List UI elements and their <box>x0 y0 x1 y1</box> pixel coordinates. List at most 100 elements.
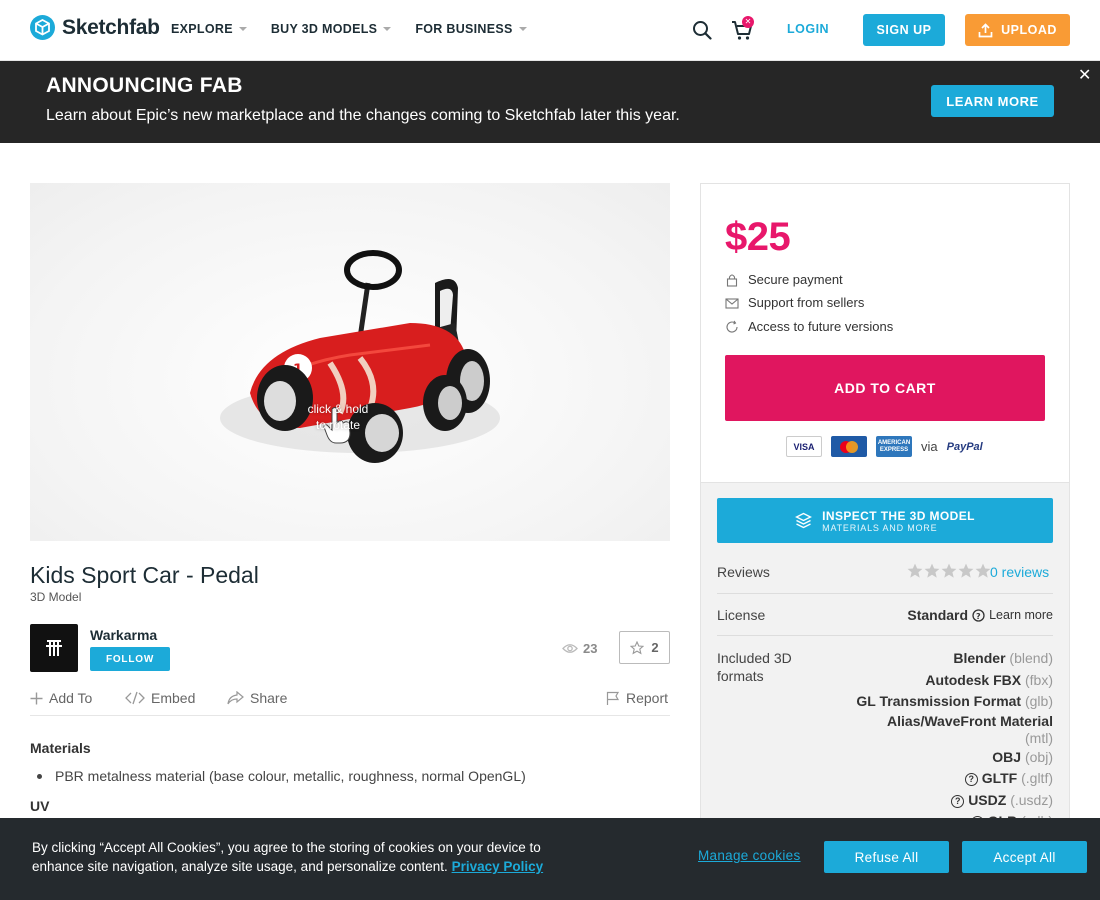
flag-icon <box>606 691 620 705</box>
model-actions-bar: Add To Embed Share Report <box>30 690 670 716</box>
view-count: 23 <box>562 641 597 656</box>
author-name[interactable]: Warkarma <box>90 627 157 643</box>
mastercard-icon <box>831 436 867 457</box>
learn-more-button[interactable]: LEARN MORE <box>931 85 1054 117</box>
uv-heading: UV <box>30 798 50 814</box>
payment-methods: VISA AMERICAN EXPRESS via PayPal <box>786 436 983 457</box>
top-header: Sketchfab EXPLORE BUY 3D MODELS FOR BUSI… <box>0 0 1100 61</box>
visa-card-icon: VISA <box>786 436 822 457</box>
report-button[interactable]: Report <box>606 690 668 706</box>
formats-list: Blender (blend) Autodesk FBX (fbx) GL Tr… <box>833 648 1053 833</box>
share-icon <box>227 691 244 705</box>
inspect-sub-label: MATERIALS AND MORE <box>822 522 938 533</box>
model-title: Kids Sport Car - Pedal <box>30 562 259 588</box>
report-label: Report <box>626 690 669 706</box>
price: $25 <box>725 215 791 259</box>
announcement-banner: ANNOUNCING FAB Learn about Epic’s new ma… <box>0 61 1100 143</box>
share-button[interactable]: Share <box>227 690 287 706</box>
upload-button[interactable]: UPLOAD <box>965 14 1070 46</box>
perk-support: Support from sellers <box>725 295 864 310</box>
paypal-logo: PayPal <box>946 440 983 453</box>
divider <box>717 635 1053 636</box>
license-learn-more-link[interactable]: Learn more <box>989 608 1053 622</box>
mail-icon <box>725 297 739 309</box>
search-icon[interactable] <box>692 20 712 40</box>
format-item: ? GLTF (.gltf) <box>833 768 1053 790</box>
logo-text: Sketchfab <box>62 15 160 39</box>
add-to-cart-button[interactable]: ADD TO CART <box>725 355 1045 421</box>
follow-button[interactable]: FOLLOW <box>90 647 170 671</box>
model-viewer[interactable]: 1 click & hold to rotate <box>30 183 670 541</box>
format-item: GL Transmission Format (glb) <box>856 693 1053 709</box>
cookie-banner: By clicking “Accept All Cookies”, you ag… <box>0 818 1100 900</box>
perk-label: Access to future versions <box>748 319 894 334</box>
share-label: Share <box>250 690 288 706</box>
manage-cookies-link[interactable]: Manage cookies <box>698 848 801 863</box>
eye-icon <box>562 644 578 653</box>
code-icon <box>125 691 145 705</box>
nav-business-label: FOR BUSINESS <box>415 22 513 36</box>
signup-button[interactable]: SIGN UP <box>863 14 945 46</box>
accept-all-button[interactable]: Accept All <box>962 841 1087 873</box>
list-bullet <box>37 774 42 779</box>
help-icon: ? <box>951 794 965 808</box>
author-avatar[interactable] <box>30 624 78 672</box>
nav-buy-label: BUY 3D MODELS <box>270 22 378 36</box>
materials-heading: Materials <box>30 740 91 756</box>
rating-stars <box>907 563 991 579</box>
format-item: Autodesk FBX (fbx) <box>925 671 1053 688</box>
like-button[interactable]: 2 <box>619 631 670 664</box>
login-button[interactable]: LOGIN <box>787 22 829 36</box>
lock-icon <box>726 273 738 287</box>
model-type: 3D Model <box>30 590 82 604</box>
inspect-model-button[interactable]: INSPECT THE 3D MODEL MATERIALS AND MORE <box>717 498 1053 543</box>
star-icon <box>958 563 974 578</box>
logo-cube-icon <box>30 15 55 40</box>
inspect-main-label: INSPECT THE 3D MODEL <box>822 508 975 523</box>
refuse-all-button[interactable]: Refuse All <box>824 841 949 873</box>
cart-badge: ✕ <box>742 16 754 28</box>
caret-down-icon <box>383 27 392 31</box>
format-item: Alias/WaveFront Material (mtl) <box>887 712 1053 746</box>
svg-text:?: ? <box>976 612 981 621</box>
plus-icon <box>30 692 43 704</box>
embed-label: Embed <box>151 690 196 706</box>
upload-label: UPLOAD <box>1001 23 1057 37</box>
announcement-text: Learn about Epic’s new marketplace and t… <box>46 107 680 124</box>
nav-for-business[interactable]: FOR BUSINESS <box>415 22 527 36</box>
license-value: Standard ? Learn more <box>907 607 1053 623</box>
nav-explore[interactable]: EXPLORE <box>171 22 247 36</box>
license-label: License <box>717 607 766 623</box>
nav-buy-3d-models[interactable]: BUY 3D MODELS <box>270 22 392 36</box>
layers-icon <box>795 512 813 529</box>
perk-secure-payment: Secure payment <box>725 272 843 287</box>
format-item: OBJ (obj) <box>992 748 1053 765</box>
via-label: via <box>921 439 938 454</box>
star-icon <box>924 563 940 578</box>
perk-future-versions: Access to future versions <box>725 319 893 334</box>
star-icon <box>907 563 923 578</box>
reviews-link[interactable]: 0 reviews <box>990 564 1049 580</box>
caret-down-icon <box>238 27 247 31</box>
format-item: ? USDZ (.usdz) <box>833 790 1053 812</box>
star-icon <box>630 640 645 655</box>
rotate-hint: click & hold to rotate <box>298 401 378 433</box>
author-logo-icon <box>46 640 62 656</box>
view-count-value: 23 <box>583 641 598 656</box>
embed-button[interactable]: Embed <box>125 690 195 706</box>
nav-explore-label: EXPLORE <box>171 22 233 36</box>
amex-card-icon: AMERICAN EXPRESS <box>876 436 912 457</box>
add-to-button[interactable]: Add To <box>30 690 92 706</box>
perk-label: Secure payment <box>748 272 843 287</box>
close-icon[interactable]: ✕ <box>1078 65 1091 85</box>
help-icon: ? <box>964 773 978 786</box>
add-to-label: Add To <box>49 690 93 706</box>
format-item: Blender (blend) <box>953 650 1053 666</box>
privacy-policy-link[interactable]: Privacy Policy <box>452 859 544 874</box>
perk-label: Support from sellers <box>748 295 865 310</box>
sketchfab-logo[interactable]: Sketchfab <box>30 15 160 40</box>
main-nav: EXPLORE BUY 3D MODELS FOR BUSINESS <box>171 22 527 36</box>
star-icon <box>975 563 991 578</box>
star-icon <box>941 563 957 578</box>
caret-down-icon <box>518 27 527 31</box>
